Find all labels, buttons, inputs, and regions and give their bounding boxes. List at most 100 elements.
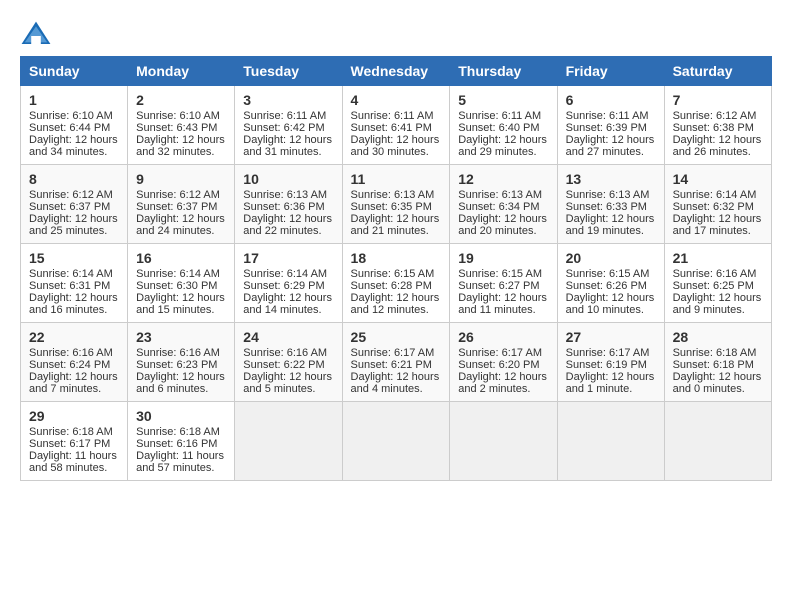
day-number: 24: [243, 329, 333, 345]
calendar-day-cell: [664, 402, 771, 481]
calendar-header-wednesday: Wednesday: [342, 57, 450, 86]
calendar-day-cell: 14Sunrise: 6:14 AMSunset: 6:32 PMDayligh…: [664, 165, 771, 244]
calendar-day-cell: 20Sunrise: 6:15 AMSunset: 6:26 PMDayligh…: [557, 244, 664, 323]
sunrise-text: Sunrise: 6:11 AM: [243, 110, 333, 122]
day-number: 18: [351, 250, 442, 266]
sunset-text: Sunset: 6:33 PM: [566, 201, 656, 213]
daylight-text: Daylight: 12 hours and 32 minutes.: [136, 134, 226, 158]
calendar-day-cell: 8Sunrise: 6:12 AMSunset: 6:37 PMDaylight…: [21, 165, 128, 244]
calendar-day-cell: 22 Sunrise: 6:16 AMSunset: 6:24 PMDayligh…: [21, 323, 128, 402]
sunset-text: Sunset: 6:22 PM: [243, 359, 333, 371]
sunset-text: Sunset: 6:38 PM: [673, 122, 763, 134]
sunset-text: Sunset: 6:19 PM: [566, 359, 656, 371]
calendar-week-row: 1Sunrise: 6:10 AMSunset: 6:44 PMDaylight…: [21, 86, 772, 165]
logo: [20, 20, 56, 48]
sunset-text: Sunset: 6:39 PM: [566, 122, 656, 134]
daylight-text: Daylight: 12 hours and 6 minutes.: [136, 371, 226, 395]
daylight-text: Daylight: 12 hours and 22 minutes.: [243, 213, 333, 237]
calendar-day-cell: 13Sunrise: 6:13 AMSunset: 6:33 PMDayligh…: [557, 165, 664, 244]
day-number: 25: [351, 329, 442, 345]
sunrise-text: Sunrise: 6:10 AM: [136, 110, 226, 122]
sunset-text: Sunset: 6:28 PM: [351, 280, 442, 292]
daylight-text: Daylight: 12 hours and 16 minutes.: [29, 292, 119, 316]
day-number: 4: [351, 92, 442, 108]
daylight-text: Daylight: 12 hours and 31 minutes.: [243, 134, 333, 158]
generalblue-logo-icon: [20, 20, 52, 48]
daylight-text: Daylight: 12 hours and 24 minutes.: [136, 213, 226, 237]
sunrise-text: Sunrise: 6:16 AM: [29, 347, 119, 359]
daylight-text: Daylight: 12 hours and 21 minutes.: [351, 213, 442, 237]
day-number: 10: [243, 171, 333, 187]
sunset-text: Sunset: 6:36 PM: [243, 201, 333, 213]
sunrise-text: Sunrise: 6:17 AM: [351, 347, 442, 359]
calendar-day-cell: 27Sunrise: 6:17 AMSunset: 6:19 PMDayligh…: [557, 323, 664, 402]
calendar-day-cell: [235, 402, 342, 481]
calendar-day-cell: 17Sunrise: 6:14 AMSunset: 6:29 PMDayligh…: [235, 244, 342, 323]
day-number: 21: [673, 250, 763, 266]
calendar-day-cell: 24Sunrise: 6:16 AMSunset: 6:22 PMDayligh…: [235, 323, 342, 402]
daylight-text: Daylight: 12 hours and 4 minutes.: [351, 371, 442, 395]
calendar-day-cell: 9Sunrise: 6:12 AMSunset: 6:37 PMDaylight…: [128, 165, 235, 244]
sunrise-text: Sunrise: 6:14 AM: [136, 268, 226, 280]
daylight-text: Daylight: 12 hours and 29 minutes.: [458, 134, 548, 158]
sunset-text: Sunset: 6:41 PM: [351, 122, 442, 134]
day-number: 13: [566, 171, 656, 187]
calendar-week-row: 15Sunrise: 6:14 AMSunset: 6:31 PMDayligh…: [21, 244, 772, 323]
day-number: 23: [136, 329, 226, 345]
day-number: 19: [458, 250, 548, 266]
calendar-day-cell: 3Sunrise: 6:11 AMSunset: 6:42 PMDaylight…: [235, 86, 342, 165]
daylight-text: Daylight: 12 hours and 34 minutes.: [29, 134, 119, 158]
daylight-text: Daylight: 12 hours and 20 minutes.: [458, 213, 548, 237]
calendar-day-cell: 21Sunrise: 6:16 AMSunset: 6:25 PMDayligh…: [664, 244, 771, 323]
sunrise-text: Sunrise: 6:16 AM: [673, 268, 763, 280]
sunrise-text: Sunrise: 6:12 AM: [136, 189, 226, 201]
daylight-text: Daylight: 12 hours and 26 minutes.: [673, 134, 763, 158]
daylight-text: Daylight: 12 hours and 27 minutes.: [566, 134, 656, 158]
sunrise-text: Sunrise: 6:11 AM: [566, 110, 656, 122]
sunrise-text: Sunrise: 6:17 AM: [566, 347, 656, 359]
calendar-header-tuesday: Tuesday: [235, 57, 342, 86]
calendar-day-cell: 19Sunrise: 6:15 AMSunset: 6:27 PMDayligh…: [450, 244, 557, 323]
daylight-text: Daylight: 12 hours and 7 minutes.: [29, 371, 119, 395]
day-number: 30: [136, 408, 226, 424]
day-number: 16: [136, 250, 226, 266]
day-number: 7: [673, 92, 763, 108]
day-number: 6: [566, 92, 656, 108]
sunrise-text: Sunrise: 6:10 AM: [29, 110, 119, 122]
calendar-week-row: 29Sunrise: 6:18 AMSunset: 6:17 PMDayligh…: [21, 402, 772, 481]
day-number: 12: [458, 171, 548, 187]
sunrise-text: Sunrise: 6:18 AM: [29, 426, 119, 438]
calendar-day-cell: 11Sunrise: 6:13 AMSunset: 6:35 PMDayligh…: [342, 165, 450, 244]
calendar-day-cell: 23Sunrise: 6:16 AMSunset: 6:23 PMDayligh…: [128, 323, 235, 402]
calendar-day-cell: 10Sunrise: 6:13 AMSunset: 6:36 PMDayligh…: [235, 165, 342, 244]
day-number: 20: [566, 250, 656, 266]
sunset-text: Sunset: 6:24 PM: [29, 359, 119, 371]
calendar-day-cell: 25Sunrise: 6:17 AMSunset: 6:21 PMDayligh…: [342, 323, 450, 402]
sunrise-text: Sunrise: 6:13 AM: [458, 189, 548, 201]
sunset-text: Sunset: 6:42 PM: [243, 122, 333, 134]
calendar-header-friday: Friday: [557, 57, 664, 86]
calendar-header-monday: Monday: [128, 57, 235, 86]
calendar-day-cell: 30Sunrise: 6:18 AMSunset: 6:16 PMDayligh…: [128, 402, 235, 481]
daylight-text: Daylight: 12 hours and 2 minutes.: [458, 371, 548, 395]
day-number: 27: [566, 329, 656, 345]
daylight-text: Daylight: 11 hours and 57 minutes.: [136, 450, 226, 474]
sunrise-text: Sunrise: 6:15 AM: [566, 268, 656, 280]
calendar-table: SundayMondayTuesdayWednesdayThursdayFrid…: [20, 56, 772, 481]
sunrise-text: Sunrise: 6:11 AM: [351, 110, 442, 122]
sunrise-text: Sunrise: 6:18 AM: [673, 347, 763, 359]
daylight-text: Daylight: 12 hours and 14 minutes.: [243, 292, 333, 316]
calendar-day-cell: 7Sunrise: 6:12 AMSunset: 6:38 PMDaylight…: [664, 86, 771, 165]
sunset-text: Sunset: 6:16 PM: [136, 438, 226, 450]
day-number: 22: [29, 329, 119, 345]
sunset-text: Sunset: 6:32 PM: [673, 201, 763, 213]
sunset-text: Sunset: 6:34 PM: [458, 201, 548, 213]
daylight-text: Daylight: 12 hours and 12 minutes.: [351, 292, 442, 316]
daylight-text: Daylight: 12 hours and 25 minutes.: [29, 213, 119, 237]
calendar-day-cell: 26Sunrise: 6:17 AMSunset: 6:20 PMDayligh…: [450, 323, 557, 402]
sunrise-text: Sunrise: 6:13 AM: [566, 189, 656, 201]
daylight-text: Daylight: 12 hours and 5 minutes.: [243, 371, 333, 395]
sunrise-text: Sunrise: 6:15 AM: [458, 268, 548, 280]
calendar-header-thursday: Thursday: [450, 57, 557, 86]
calendar-header-sunday: Sunday: [21, 57, 128, 86]
